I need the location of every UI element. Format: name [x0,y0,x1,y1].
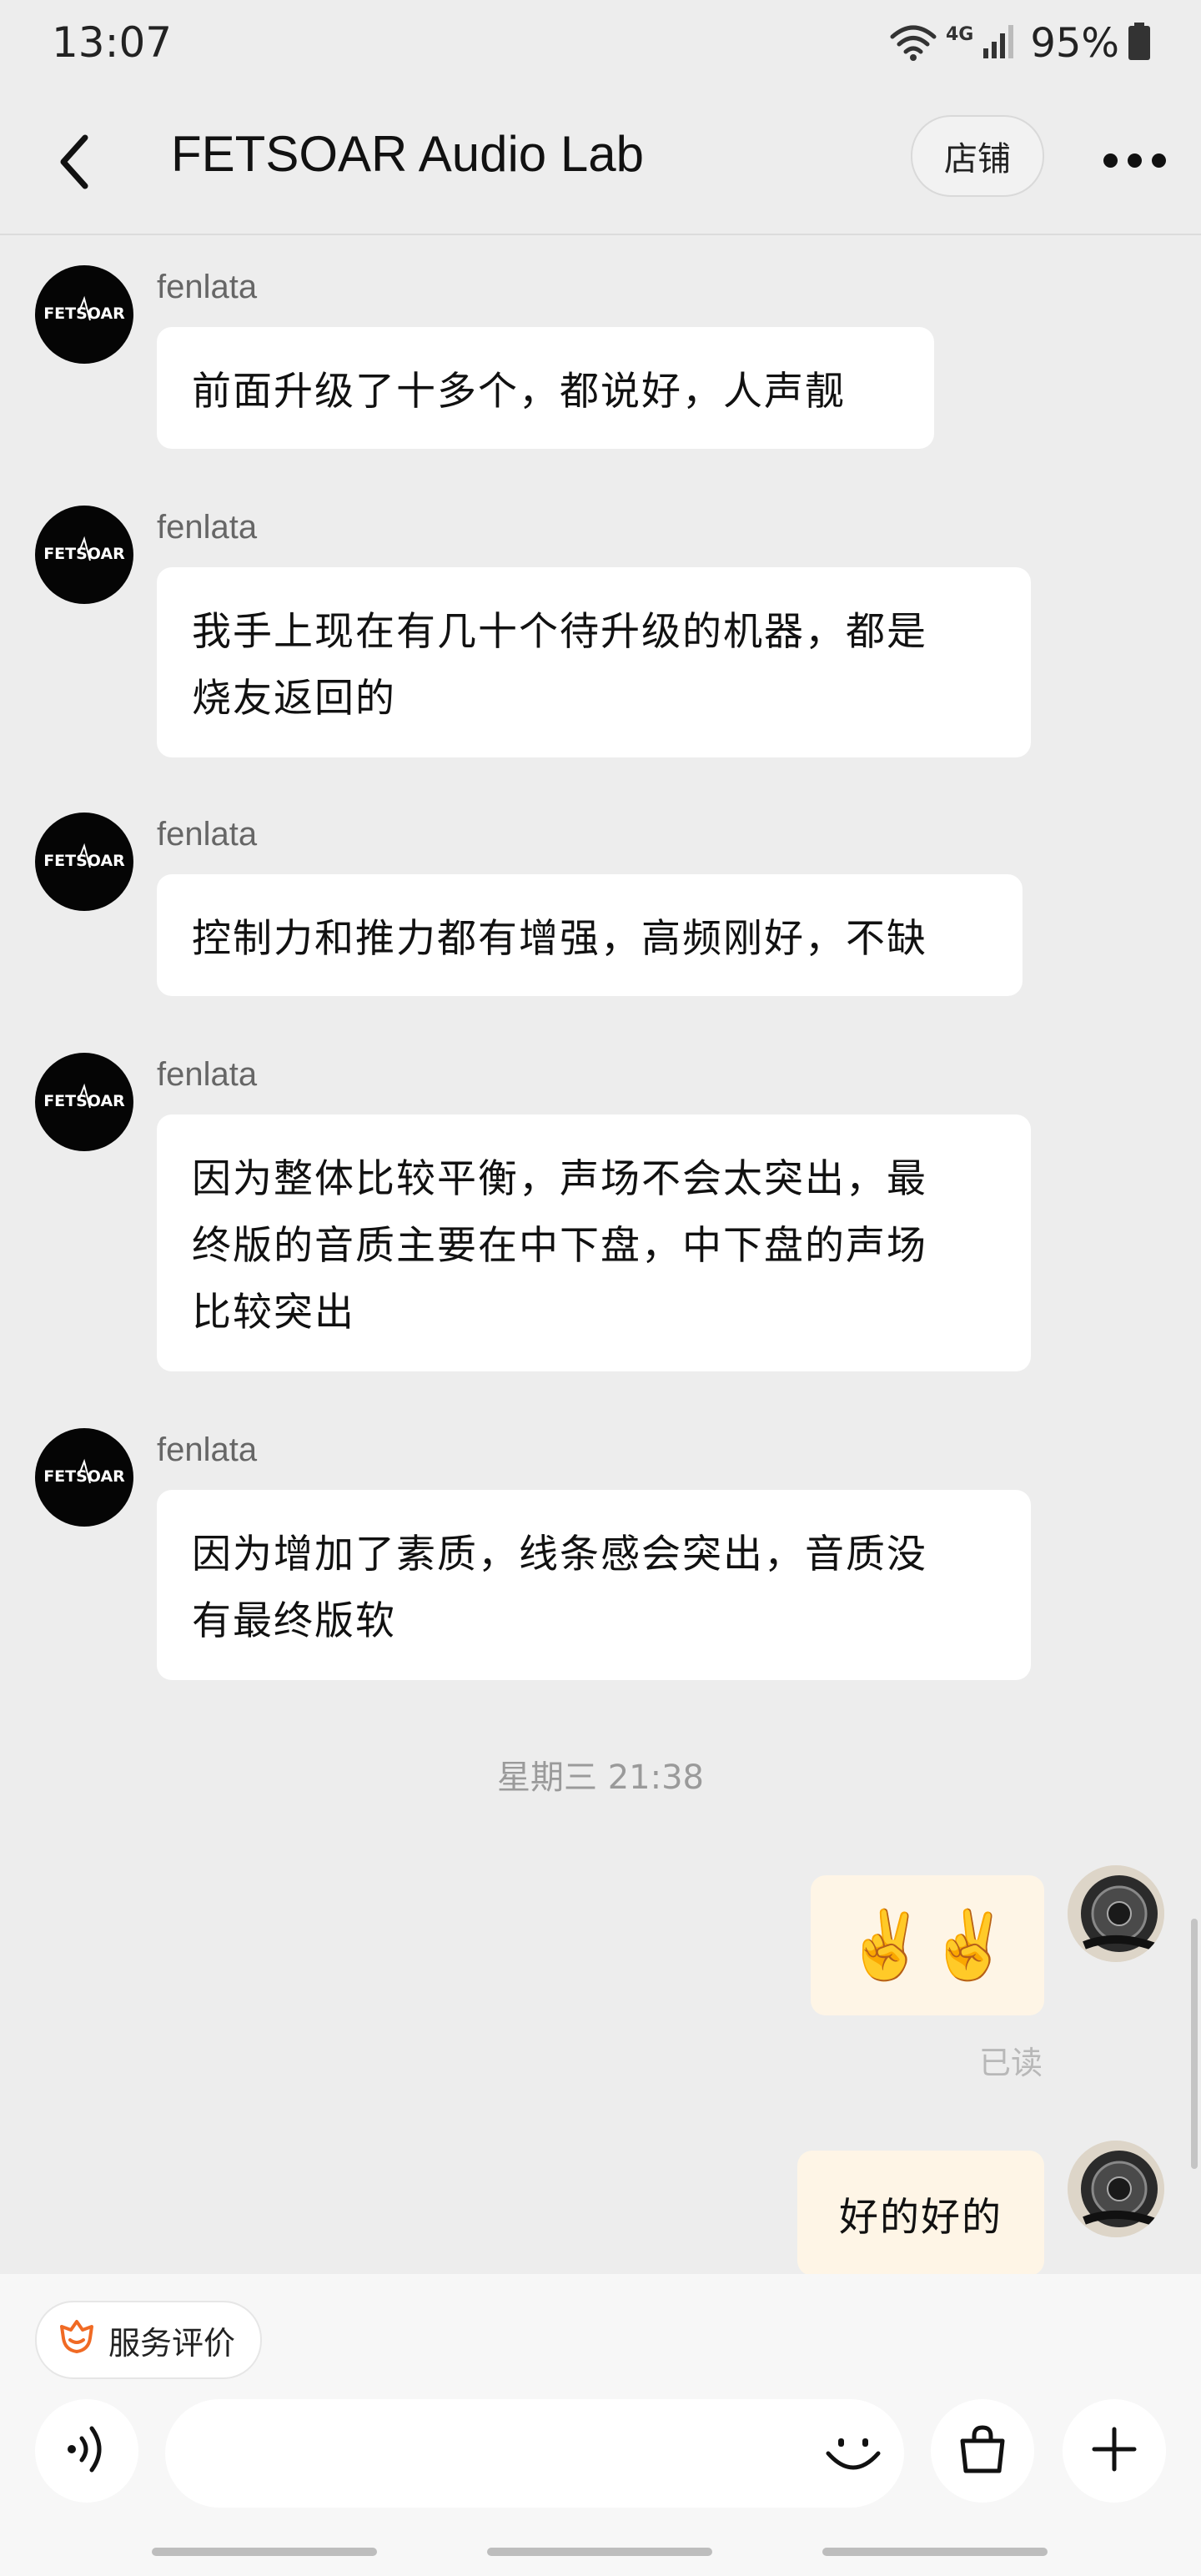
message-bubble[interactable]: 控制力和推力都有增强，高频刚好，不缺 [157,874,1023,996]
shopping-bag-icon [956,2423,1009,2479]
status-bar: 13:07 4G 95% [0,0,1201,93]
message-bubble[interactable]: 我手上现在有几十个待升级的机器，都是 烧友返回的 [157,567,1031,757]
svg-text:FETSOAR: FETSOAR [43,304,125,323]
battery-icon [1128,23,1151,64]
system-nav-bar [0,2548,1201,2564]
user-avatar[interactable] [1068,1865,1164,1962]
status-indicators: 4G 95% [889,20,1151,67]
service-rating-button[interactable]: 服务评价 [35,2301,263,2379]
chat-timestamp: 星期三 21:38 [497,1758,704,1797]
sender-name: fenlata [157,509,258,546]
shop-avatar[interactable]: FETSOAR [35,1053,133,1151]
chat-header: FETSOAR Audio Lab 店铺 [0,93,1201,235]
store-button[interactable]: 店铺 [911,115,1044,197]
chat-title: FETSOAR Audio Lab [171,126,644,182]
wifi-icon [889,22,937,65]
message-text: 终版的音质主要在中下盘，中下盘的声场 [192,1223,927,1269]
chevron-left-icon [57,133,93,194]
more-dot [1151,153,1166,168]
my-message-content: ✌️✌️ [844,1906,1011,1984]
svg-text:FETSOAR: FETSOAR [43,545,125,563]
sender-name: fenlata [157,1056,258,1093]
shop-avatar[interactable]: FETSOAR [35,813,133,911]
back-button[interactable] [42,122,108,205]
more-button[interactable] [1093,127,1176,194]
message-text: 控制力和推力都有增强，高频刚好，不缺 [192,916,927,962]
message-bubble[interactable]: 因为增加了素质，线条感会突出，音质没 有最终版软 [157,1490,1031,1680]
battery-percent: 95% [1030,20,1119,67]
svg-text:FETSOAR: FETSOAR [43,852,125,870]
voice-icon [62,2420,112,2482]
emoji-button[interactable] [817,2418,889,2489]
sender-name: fenlata [157,1431,258,1468]
my-message-bubble[interactable]: ✌️✌️ [811,1875,1044,2015]
nav-handle[interactable] [822,2548,1048,2556]
my-message-bubble[interactable]: 好的好的 [797,2151,1044,2274]
service-rating-label: 服务评价 [108,2324,236,2362]
shop-avatar[interactable]: FETSOAR [35,265,133,364]
message-bubble[interactable]: 前面升级了十多个，都说好，人声靓 [157,327,934,449]
message-text: 烧友返回的 [192,676,396,722]
voice-button[interactable] [35,2399,138,2503]
message-list[interactable]: FETSOAR fenlata 前面升级了十多个，都说好，人声靓 FETSOAR… [0,235,1201,2274]
plus-icon [1089,2424,1139,2478]
signal-icon [982,23,1015,63]
svg-text:FETSOAR: FETSOAR [43,1467,125,1486]
message-text: 因为增加了素质，线条感会突出，音质没 [192,1532,927,1577]
chat-input-area: 服务评价 [0,2274,1201,2576]
more-dots-icon [1103,153,1118,168]
user-avatar[interactable] [1068,2141,1164,2237]
smiley-icon [823,2422,883,2485]
message-text: 我手上现在有几十个待升级的机器，都是 [192,609,927,655]
svg-text:FETSOAR: FETSOAR [43,1092,125,1110]
nav-handle[interactable] [487,2548,712,2556]
message-input[interactable] [165,2399,904,2508]
message-text: 因为整体比较平衡，声场不会太突出，最 [192,1156,927,1202]
network-type: 4G [945,23,974,45]
read-receipt: 已读 [978,2045,1043,2081]
flower-icon [57,2317,97,2364]
products-button[interactable] [931,2399,1034,2503]
message-bubble[interactable]: 因为整体比较平衡，声场不会太突出，最 终版的音质主要在中下盘，中下盘的声场 比较… [157,1114,1031,1371]
sender-name: fenlata [157,269,258,305]
sender-name: fenlata [157,816,258,853]
nav-handle[interactable] [152,2548,377,2556]
my-message-content: 好的好的 [839,2194,1003,2241]
message-text: 比较突出 [192,1290,355,1336]
status-time: 13:07 [52,18,173,67]
message-text: 前面升级了十多个，都说好，人声靓 [192,369,846,415]
more-dot [1127,153,1142,168]
message-text: 有最终版软 [192,1598,396,1644]
more-actions-button[interactable] [1063,2399,1166,2503]
shop-avatar[interactable]: FETSOAR [35,1428,133,1527]
input-row [0,2399,1201,2513]
scrollbar[interactable] [1191,1919,1198,2169]
shop-avatar[interactable]: FETSOAR [35,506,133,604]
